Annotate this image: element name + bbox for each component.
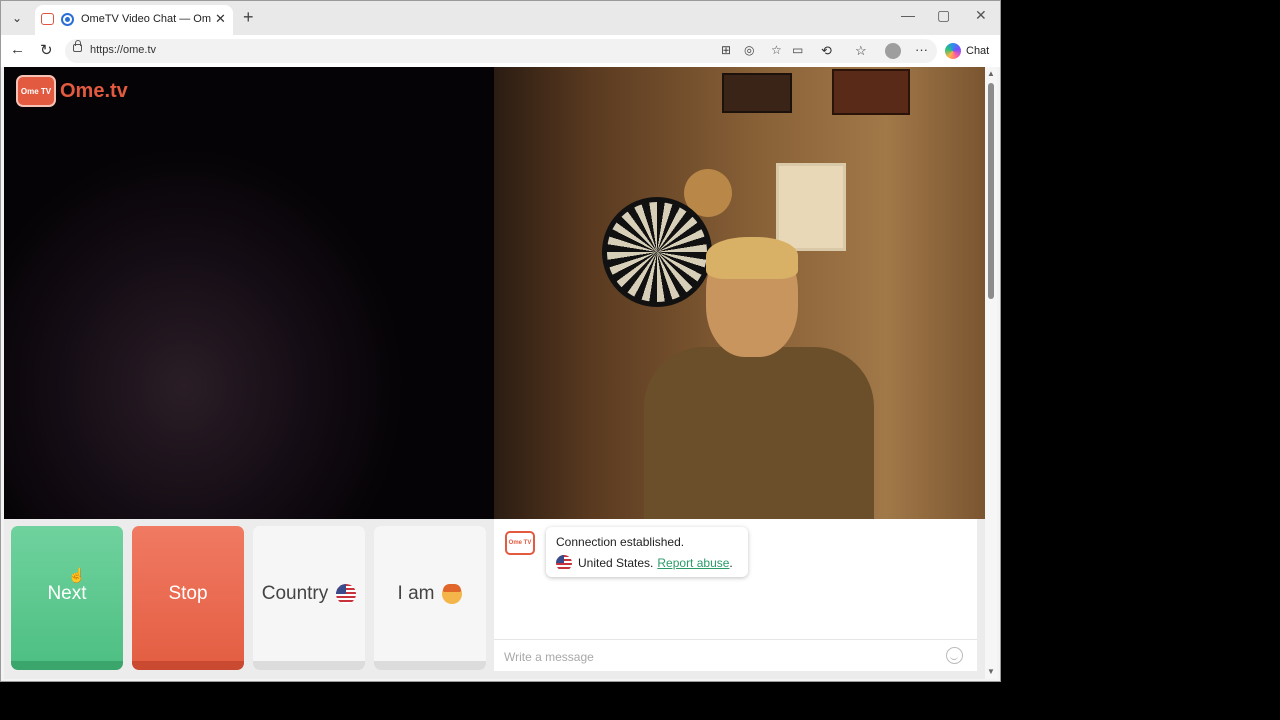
extensions-icon[interactable]: ⟲ bbox=[821, 43, 832, 59]
favorite-icon[interactable]: ☆ bbox=[771, 43, 782, 57]
person-hair bbox=[706, 237, 798, 279]
chat-label: Chat bbox=[966, 45, 990, 57]
message-input[interactable] bbox=[502, 647, 926, 667]
scroll-down-icon[interactable]: ▼ bbox=[987, 667, 995, 676]
chat-logo-icon: Ome TV bbox=[505, 531, 535, 555]
close-icon[interactable]: ✕ bbox=[215, 11, 226, 27]
partner-person bbox=[644, 237, 874, 519]
gender-button[interactable]: I am bbox=[374, 526, 486, 670]
url-text[interactable]: https://ome.tv bbox=[90, 44, 156, 56]
country-button[interactable]: Country bbox=[253, 526, 365, 670]
boy-face-icon bbox=[442, 583, 463, 604]
chat-panel: Ome TV Connection established. United St… bbox=[494, 519, 977, 671]
logo-text: Ome.tv bbox=[60, 79, 128, 102]
lock-icon[interactable] bbox=[73, 40, 82, 52]
copilot-chat-button[interactable]: Chat bbox=[945, 41, 989, 61]
scroll-up-icon[interactable]: ▲ bbox=[987, 69, 995, 78]
message-bar bbox=[494, 639, 977, 672]
address-bar[interactable]: https://ome.tv ⊞ ◎ ☆ ▭ bbox=[65, 39, 937, 63]
connection-status: Connection established. bbox=[556, 535, 685, 549]
self-video: Ome TV Ome.tv bbox=[4, 67, 494, 519]
system-message: Connection established. United States. R… bbox=[546, 527, 748, 577]
emoji-icon[interactable] bbox=[946, 647, 963, 664]
mouse-cursor-icon: ☝ bbox=[68, 567, 86, 583]
partner-country-line: United States. Report abuse . bbox=[556, 555, 733, 571]
tab-strip: ⌄ OmeTV Video Chat — Omegl ✕ + — ▢ ✕ bbox=[1, 1, 1000, 35]
scrollbar-thumb[interactable] bbox=[988, 83, 994, 299]
tab-ometv[interactable]: OmeTV Video Chat — Omegl ✕ bbox=[35, 5, 233, 35]
copilot-icon bbox=[945, 43, 961, 59]
minimize-icon[interactable]: — bbox=[901, 7, 915, 23]
stop-label: Stop bbox=[168, 582, 208, 604]
favicon-ometv-icon bbox=[41, 13, 54, 25]
partner-country: United States. bbox=[578, 556, 654, 570]
ometv-logo[interactable]: Ome TV Ome.tv bbox=[16, 75, 128, 107]
country-label: Country bbox=[261, 582, 329, 604]
split-screen-icon[interactable]: ⊞ bbox=[721, 43, 731, 57]
person-body bbox=[644, 347, 874, 519]
back-icon[interactable]: ← bbox=[10, 41, 25, 58]
next-label: Next bbox=[47, 582, 87, 604]
page-content: Ome TV Ome.tv Next Stop Country I am Ome… bbox=[4, 67, 985, 679]
favorites-list-icon[interactable]: ☆ bbox=[855, 43, 867, 59]
video-icon[interactable]: ▭ bbox=[792, 43, 803, 57]
window-close-icon[interactable]: ✕ bbox=[975, 7, 987, 24]
favicon-loading-icon bbox=[61, 13, 74, 26]
tab-title: OmeTV Video Chat — Omegl bbox=[81, 13, 211, 25]
stop-button[interactable]: Stop bbox=[132, 526, 244, 670]
us-flag-icon bbox=[336, 583, 357, 604]
tab-menu-icon[interactable]: ⌄ bbox=[7, 8, 27, 28]
iam-label: I am bbox=[397, 582, 435, 604]
maximize-icon[interactable]: ▢ bbox=[937, 7, 950, 24]
new-tab-icon[interactable]: + bbox=[243, 7, 254, 28]
more-icon[interactable]: ··· bbox=[915, 42, 928, 57]
address-row: ← ↻ https://ome.tv ⊞ ◎ ☆ ▭ ⟲ ☆ ··· Chat bbox=[1, 35, 1000, 67]
report-abuse-link[interactable]: Report abuse bbox=[657, 556, 729, 570]
partner-video bbox=[494, 67, 985, 519]
wall-picture bbox=[832, 69, 910, 115]
next-button[interactable]: Next bbox=[11, 526, 123, 670]
wall-picture bbox=[722, 73, 792, 113]
report-suffix: . bbox=[729, 556, 733, 570]
us-flag-icon bbox=[556, 555, 572, 571]
logo-badge: Ome TV bbox=[16, 75, 56, 107]
page-scrollbar[interactable]: ▲ ▼ bbox=[985, 67, 997, 679]
profile-icon[interactable] bbox=[885, 43, 901, 59]
reload-icon[interactable]: ↻ bbox=[40, 41, 53, 59]
sidebar-icon[interactable]: ◎ bbox=[744, 43, 754, 57]
